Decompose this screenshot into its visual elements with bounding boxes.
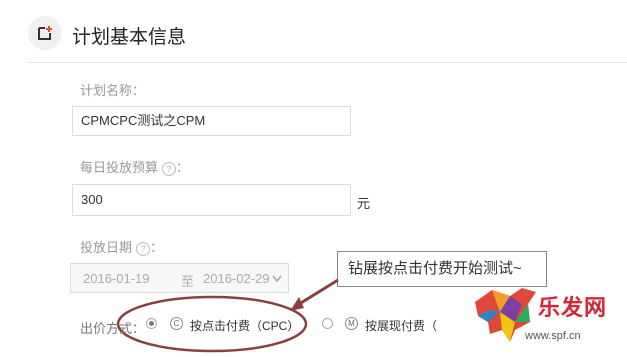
- cpm-icon: M: [345, 317, 358, 330]
- bidding-label: 出价方式：: [80, 321, 146, 336]
- cpc-icon: C: [170, 317, 183, 330]
- watermark-url: www.spf.cn: [525, 330, 581, 342]
- radio-cpc[interactable]: [146, 318, 157, 329]
- option-cpm-label[interactable]: 按展现付费（: [365, 317, 437, 334]
- radio-cpm[interactable]: [322, 318, 333, 329]
- watermark-logo: 乐发网: [538, 295, 608, 321]
- option-cpc-label[interactable]: 按点击付费（CPC）: [190, 317, 299, 334]
- annotation-arrow: [295, 278, 339, 308]
